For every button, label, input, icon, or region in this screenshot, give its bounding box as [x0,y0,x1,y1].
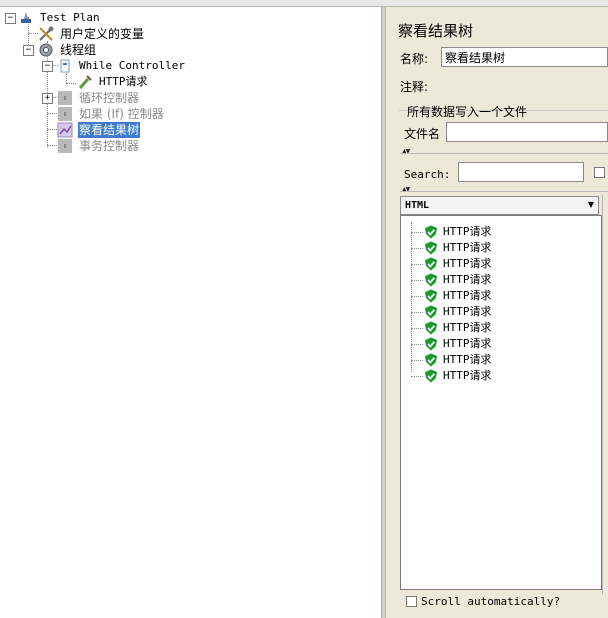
tree-item-label: 察看结果树 [78,122,141,138]
vertical-divider[interactable] [602,195,608,595]
section-title: 所有数据写入一个文件 [407,105,528,119]
test-plan-tree: − Test Plan 用户定义的变量 − 线程组 − While Contro… [0,7,381,618]
result-item[interactable]: HTTP请求 [401,336,591,352]
tree-item-label: Test Plan [40,11,100,24]
tree-item-http-request[interactable]: HTTP请求 [0,74,200,90]
result-item[interactable]: HTTP请求 [401,288,591,304]
result-item[interactable]: HTTP请求 [401,272,591,288]
success-shield-icon [425,257,437,271]
search-label: Search: [404,168,451,181]
result-item-label: HTTP请求 [443,289,492,302]
test-plan-icon [21,12,31,23]
tree-item-label: 如果 (If) 控制器 [79,107,164,121]
disabled-controller-icon [58,91,72,105]
search-option-checkbox[interactable] [594,167,605,178]
collapse-icon[interactable]: − [42,61,53,72]
pipette-icon [78,75,92,89]
renderer-select[interactable]: HTML ▼ [400,196,599,215]
result-item[interactable]: HTTP请求 [401,320,591,336]
tree-item-test-plan[interactable]: − Test Plan [0,10,200,26]
chevron-down-icon: ▼ [587,200,594,209]
results-tree: HTTP请求 HTTP请求 HTTP请求 HTTP请求 HTTP请求 HTTP请求 HTTP… [400,215,602,590]
result-item-label: HTTP请求 [443,257,492,270]
scroll-auto-checkbox[interactable] [406,596,417,607]
name-label: 名称: [400,52,429,66]
tree-item-label: 循环控制器 [79,91,140,105]
tree-item-transaction-controller[interactable]: 事务控制器 [0,138,200,154]
tree-item-loop-controller[interactable]: + 循环控制器 [0,90,200,106]
disabled-controller-icon [58,139,72,153]
scroll-auto-label: Scroll automatically? [421,595,561,608]
result-item[interactable]: HTTP请求 [401,224,591,240]
result-item-label: HTTP请求 [443,241,492,254]
tree-item-user-variables[interactable]: 用户定义的变量 [0,26,200,42]
collapse-icon[interactable]: − [23,45,34,56]
renderer-value: HTML [405,200,430,211]
controller-icon [60,59,70,73]
success-shield-icon [425,225,437,239]
name-input[interactable]: 察看结果树 [441,47,608,67]
success-shield-icon [425,241,437,255]
search-input[interactable] [458,162,584,182]
result-item-label: HTTP请求 [443,273,492,286]
success-shield-icon [425,289,437,303]
tree-item-thread-group[interactable]: − 线程组 [0,42,200,58]
success-shield-icon [425,353,437,367]
collapse-icon[interactable]: − [5,13,16,24]
result-item-label: HTTP请求 [443,225,492,238]
filename-label: 文件名 [404,127,441,141]
expand-icon[interactable]: + [42,93,53,104]
toolbar [0,0,608,7]
comment-input[interactable] [435,75,608,95]
view-results-tree-panel: 察看结果树 名称: 察看结果树 注释: 所有数据写入一个文件 文件名 ▲▼ Se… [386,7,608,618]
result-item[interactable]: HTTP请求 [401,256,591,272]
tree-item-label: HTTP请求 [99,75,148,88]
tree-item-if-controller[interactable]: 如果 (If) 控制器 [0,106,220,122]
success-shield-icon [425,273,437,287]
result-item-label: HTTP请求 [443,353,492,366]
success-shield-icon [425,305,437,319]
result-item-label: HTTP请求 [443,337,492,350]
success-shield-icon [425,321,437,335]
result-item-label: HTTP请求 [443,305,492,318]
listener-graph-icon [57,122,73,138]
result-item[interactable]: HTTP请求 [401,352,591,368]
filename-input[interactable] [446,122,608,142]
panel-title: 察看结果树 [398,22,474,40]
result-item[interactable]: HTTP请求 [401,304,591,320]
result-item[interactable]: HTTP请求 [401,368,591,384]
disabled-controller-icon [58,107,72,121]
comment-label: 注释: [400,80,429,94]
result-item-label: HTTP请求 [443,321,492,334]
tree-item-label: 用户定义的变量 [60,27,145,41]
result-item-label: HTTP请求 [443,369,492,382]
tree-item-while-controller[interactable]: − While Controller [0,58,220,74]
tree-item-label: While Controller [79,59,185,72]
success-shield-icon [425,369,437,383]
success-shield-icon [425,337,437,351]
result-item[interactable]: HTTP请求 [401,240,591,256]
tree-item-view-results-tree[interactable]: 察看结果树 [0,122,200,138]
tree-item-label: 事务控制器 [79,139,140,153]
wrench-scissors-icon [39,26,54,41]
gear-icon [39,43,53,57]
tree-item-label: 线程组 [60,43,97,57]
